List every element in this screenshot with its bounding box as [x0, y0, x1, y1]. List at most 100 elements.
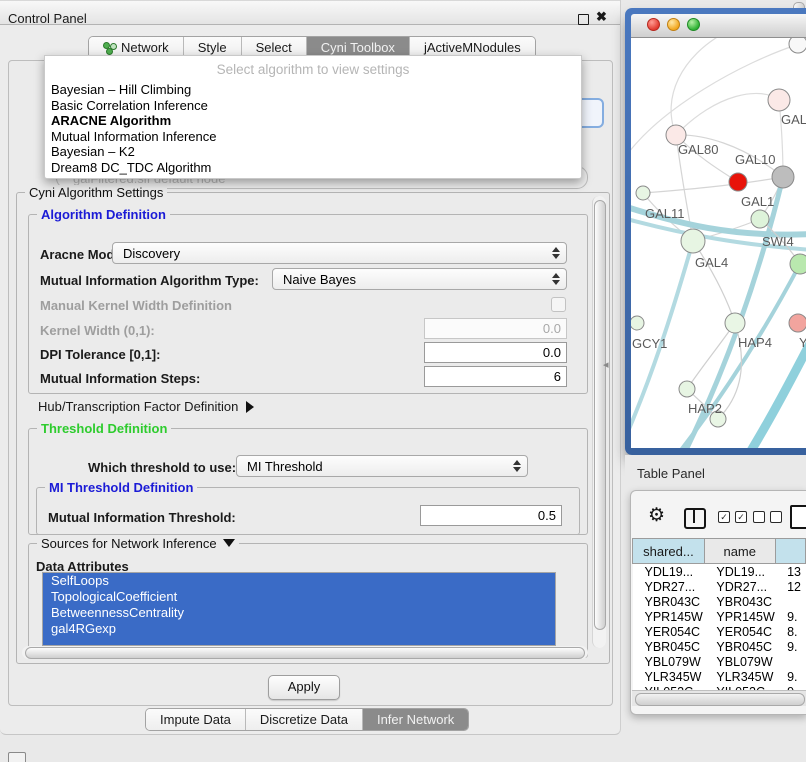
network-node[interactable] — [790, 254, 806, 274]
algorithm-option[interactable]: Bayesian – K2 — [45, 144, 581, 160]
table-column-header[interactable]: name — [704, 539, 775, 564]
threshold-definition-title: Threshold Definition — [37, 421, 171, 436]
algorithm-dropdown-prompt: Select algorithm to view settings — [45, 56, 581, 82]
table-cell: 12 — [775, 579, 805, 594]
network-window-titlebar[interactable] — [631, 14, 806, 38]
screen: Control Panel ✖ NetworkStyleSelectCyni T… — [0, 0, 806, 762]
network-node[interactable] — [751, 210, 769, 228]
settings-group-title: Cyni Algorithm Settings — [25, 185, 167, 200]
attribute-item[interactable] — [43, 637, 555, 646]
table-cell: 13 — [775, 564, 805, 580]
dpi-tolerance-label: DPI Tolerance [0,1]: — [40, 347, 160, 362]
dpi-tolerance-field[interactable]: 0.0 — [424, 342, 567, 363]
checked-pair-icon[interactable]: ✓✓ — [718, 511, 747, 523]
tab-impute-data[interactable]: Impute Data — [146, 709, 246, 730]
attribute-item[interactable]: SelfLoops — [43, 573, 555, 589]
gear-icon[interactable]: ⚙ — [648, 504, 665, 527]
algorithm-option[interactable]: Dream8 DC_TDC Algorithm — [45, 160, 581, 176]
hub-definition-toggle[interactable]: Hub/Transcription Factor Definition — [38, 399, 254, 414]
minimize-yellow-icon[interactable] — [667, 18, 680, 31]
aracne-mode-combo[interactable]: Discovery — [112, 242, 567, 264]
which-threshold-label: Which threshold to use: — [88, 460, 236, 475]
table-cell: YDL19... — [704, 564, 775, 580]
table-cell: YPR145W — [704, 609, 775, 624]
table-horizontal-scrollbar[interactable] — [632, 690, 806, 706]
tab-label: Style — [198, 40, 227, 55]
algorithm-option[interactable]: Bayesian – Hill Climbing — [45, 82, 581, 98]
network-icon — [103, 42, 116, 54]
node-label: HAP4 — [738, 335, 772, 350]
table-row[interactable]: YDL19...YDL19...13 — [633, 564, 806, 580]
attribute-item[interactable]: TopologicalCoefficient — [43, 589, 555, 605]
table-cell: 9. — [775, 669, 805, 684]
network-node[interactable] — [725, 313, 745, 333]
collapsed-arrow-icon — [246, 401, 254, 413]
node-label: GAL4 — [695, 255, 728, 270]
network-node[interactable] — [768, 89, 790, 111]
table-row[interactable]: YBL079WYBL079W — [633, 654, 806, 669]
settings-vertical-scrollbar[interactable] — [592, 196, 606, 648]
apply-button[interactable]: Apply — [268, 675, 340, 700]
splitter-handle[interactable]: ◂ — [603, 358, 609, 371]
tab-label: Discretize Data — [260, 712, 348, 727]
table-column-header[interactable] — [775, 539, 805, 564]
table-column-header[interactable]: shared... — [633, 539, 705, 564]
table-row[interactable]: YER054CYER054C8. — [633, 624, 806, 639]
network-node[interactable] — [789, 314, 806, 332]
combo-arrows-icon — [552, 272, 560, 286]
table-cell: YBL079W — [704, 654, 775, 669]
algorithm-option[interactable]: ARACNE Algorithm — [45, 113, 581, 129]
unchecked-pair-icon[interactable] — [753, 511, 782, 523]
tab-label: Impute Data — [160, 712, 231, 727]
network-node[interactable] — [772, 166, 794, 188]
network-canvas[interactable]: GALGAL80GAL10GAL11GAL1SWI4GAL4GCY1HAP4YH… — [631, 38, 806, 448]
manual-kernel-checkbox[interactable] — [551, 297, 566, 312]
attribute-item[interactable]: BetweennessCentrality — [43, 605, 555, 621]
table-row[interactable]: YPR145WYPR145W9. — [633, 609, 806, 624]
table-row[interactable]: YLR345WYLR345W9. — [633, 669, 806, 684]
algorithm-option[interactable]: Basic Correlation Inference — [45, 98, 581, 114]
network-node[interactable] — [681, 229, 705, 253]
mi-type-combo[interactable]: Naive Bayes — [272, 268, 567, 290]
network-node[interactable] — [631, 316, 644, 330]
tab-label: Infer Network — [377, 712, 454, 727]
minimized-panel-icon[interactable] — [8, 752, 26, 762]
page-icon[interactable] — [790, 505, 806, 529]
table-row[interactable]: YBR045CYBR045C9. — [633, 639, 806, 654]
table-cell: YDR27... — [633, 579, 705, 594]
node-label: GAL1 — [741, 194, 774, 209]
float-icon[interactable] — [578, 14, 589, 25]
algorithm-dropdown-popup: Select algorithm to view settings Bayesi… — [44, 55, 582, 179]
algorithm-dropdown-list: Bayesian – Hill ClimbingBasic Correlatio… — [45, 82, 581, 175]
network-node[interactable] — [789, 38, 806, 53]
network-node[interactable] — [679, 381, 695, 397]
network-node[interactable] — [636, 186, 650, 200]
mi-steps-label: Mutual Information Steps: — [40, 371, 200, 386]
network-node[interactable] — [729, 173, 747, 191]
kernel-width-field[interactable]: 0.0 — [424, 318, 567, 339]
sources-title[interactable]: Sources for Network Inference — [37, 536, 239, 551]
mi-steps-field[interactable]: 6 — [424, 366, 567, 387]
table-cell: YBR045C — [633, 639, 705, 654]
table-cell — [775, 654, 805, 669]
table-row[interactable]: YDR27...YDR27...12 — [633, 579, 806, 594]
mi-threshold-field[interactable]: 0.5 — [420, 505, 562, 526]
close-icon[interactable]: ✖ — [596, 9, 607, 25]
table-cell: YLR345W — [633, 669, 705, 684]
table-cell: YBR043C — [633, 594, 705, 609]
attribute-item[interactable]: gal4RGexp — [43, 621, 555, 637]
table-cell: 9. — [775, 639, 805, 654]
table-row[interactable]: YBR043CYBR043C — [633, 594, 806, 609]
tab-infer-network[interactable]: Infer Network — [363, 709, 468, 730]
close-red-icon[interactable] — [647, 18, 660, 31]
zoom-green-icon[interactable] — [687, 18, 700, 31]
algorithm-option[interactable]: Mutual Information Inference — [45, 129, 581, 145]
tab-discretize-data[interactable]: Discretize Data — [246, 709, 363, 730]
settings-horizontal-scrollbar[interactable] — [22, 646, 588, 659]
node-label: Y — [799, 335, 806, 350]
mi-threshold-title: MI Threshold Definition — [45, 480, 197, 495]
columns-icon[interactable] — [684, 508, 706, 529]
node-label: GAL — [781, 112, 806, 127]
which-threshold-combo[interactable]: MI Threshold — [236, 455, 528, 477]
kernel-width-label: Kernel Width (0,1): — [40, 323, 155, 338]
